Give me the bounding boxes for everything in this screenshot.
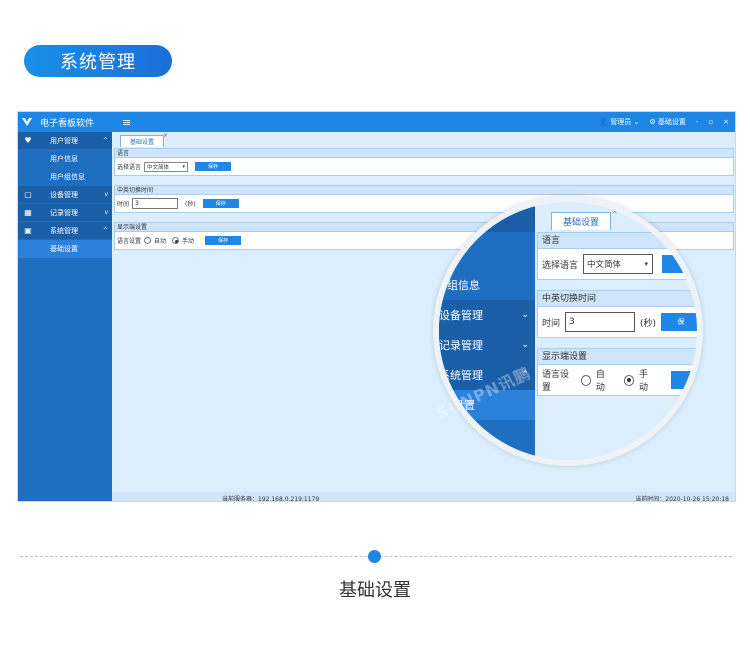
zoom-manual-label: 手动 — [639, 370, 649, 393]
zoom-panel-header: 语言 — [538, 233, 697, 249]
menu-toggle-icon[interactable]: ≡ — [122, 116, 131, 129]
zoom-switch-panel: 中英切换时间 时间 3 (秒) 保 — [537, 290, 697, 338]
save-display-button[interactable]: 保存 — [205, 236, 242, 245]
chevron-up-icon: ^ — [102, 137, 108, 144]
zoom-sidebar-row: 记录管理 ⌄ — [439, 330, 535, 360]
status-bar: 当前服务器：192.168.0.219:1179 当前时间：2020-10-26… — [112, 492, 735, 502]
close-tab-icon[interactable]: × — [163, 132, 168, 139]
panel-header: 语言 — [115, 149, 733, 158]
zoom-time-unit: (秒) — [640, 318, 657, 329]
app-title: 电子看板软件 — [40, 118, 95, 129]
minimize-button[interactable]: - — [696, 118, 699, 126]
sidebar-group-label: 设备管理 — [50, 190, 78, 199]
zoom-sidebar-label: 设备管理 — [439, 309, 483, 322]
users-icon: ♥ — [24, 136, 32, 145]
time-label: 时间 — [117, 201, 130, 208]
close-tab-icon: × — [611, 207, 618, 216]
zoom-sidebar-label: 组信息 — [447, 279, 480, 292]
section-title: 系统管理 — [60, 52, 136, 73]
save-language-button[interactable]: 保存 — [195, 162, 232, 171]
chevron-down-icon: ⌄ — [521, 340, 529, 350]
language-label: 选择语言 — [117, 164, 142, 171]
sidebar-group-system[interactable]: ▣ 系统管理 ^ — [18, 222, 112, 240]
chevron-down-icon: ⌄ — [521, 310, 529, 320]
dropdown-arrow-icon: ▾ — [644, 260, 649, 268]
record-icon: ▦ — [24, 208, 32, 217]
zoom-sidebar-row: 组信息 — [439, 270, 535, 300]
logo-icon — [18, 112, 36, 132]
zoom-time-label: 时间 — [542, 318, 561, 329]
manual-radio[interactable] — [172, 237, 180, 244]
sidebar-group-users[interactable]: ♥ 用户管理 ^ — [18, 132, 112, 150]
sidebar-group-label: 系统管理 — [50, 226, 78, 235]
auto-label: 自动 — [154, 238, 167, 245]
save-time-button[interactable]: 保存 — [202, 199, 239, 208]
zoom-time-input: 3 — [565, 312, 636, 332]
zoom-display-label: 语言设置 — [542, 370, 570, 393]
sidebar-item-label: 基础设置 — [50, 245, 78, 253]
zoom-language-label: 选择语言 — [542, 260, 579, 271]
section-title-pill: 系统管理 — [24, 45, 172, 77]
zoom-save-button: 保 — [661, 313, 697, 331]
sidebar-group-devices[interactable]: ▢ 设备管理 v — [18, 186, 112, 204]
sidebar-item-user-group[interactable]: 用户组信息 — [18, 168, 112, 186]
divider-dot — [368, 550, 381, 563]
zoom-sidebar-label: 记录管理 — [439, 339, 483, 352]
zoom-display-panel: 显示端设置 语言设置 自动 手动 — [537, 348, 697, 396]
zoom-save-button — [662, 255, 697, 273]
maximize-button[interactable]: ▫ — [708, 118, 713, 126]
zoom-content: 基础设置 × 语言 选择语言 中文简体 ▾ 中英切换时间 时间 3 (秒) 保 — [535, 202, 697, 460]
time-input[interactable]: 3 — [132, 198, 179, 209]
dropdown-arrow-icon: ▾ — [182, 163, 186, 170]
zoom-sidebar-row — [439, 232, 535, 262]
language-select[interactable]: 中文简体 ▾ — [144, 161, 189, 172]
close-button[interactable]: × — [723, 118, 729, 126]
zoom-language-select: 中文简体 ▾ — [583, 254, 654, 274]
chevron-down-icon: v — [104, 209, 108, 216]
settings-label: 基础设置 — [657, 118, 686, 126]
sidebar-item-label: 用户信息 — [50, 155, 78, 163]
user-menu[interactable]: 👤 管理员 ⌄ — [599, 117, 639, 127]
language-panel: 语言 选择语言 中文简体 ▾ 保存 — [114, 148, 734, 176]
sidebar-group-label: 用户管理 — [50, 136, 78, 145]
display-language-label: 语言设置 — [117, 238, 142, 245]
zoom-tab-label: 基础设置 — [562, 218, 599, 228]
zoom-tab: 基础设置 × — [551, 207, 618, 230]
zoom-sidebar-row — [439, 202, 535, 232]
server-status: 当前服务器：192.168.0.219:1179 — [222, 496, 320, 502]
zoom-auto-radio — [580, 374, 591, 386]
zoom-auto-label: 自动 — [595, 370, 605, 393]
zoom-language-panel: 语言 选择语言 中文简体 ▾ — [537, 232, 697, 280]
chevron-down-icon: v — [104, 191, 108, 198]
sidebar-group-records[interactable]: ▦ 记录管理 v — [18, 204, 112, 222]
magnifier-lens: 组信息 设备管理 ⌄ 记录管理 ⌄ 系统管理 ⌃ 设置 基础设置 × 语言 选择语言 中… — [433, 196, 703, 466]
box-icon: ▣ — [24, 226, 32, 235]
manual-label: 手动 — [182, 238, 195, 245]
zoom-panel-header: 中英切换时间 — [538, 291, 697, 307]
sidebar-item-basic-settings[interactable]: 基础设置 — [18, 240, 112, 258]
auto-radio[interactable] — [144, 237, 152, 244]
tab-basic-settings[interactable]: 基础设置 × — [120, 132, 168, 147]
zoom-panel-header: 显示端设置 — [538, 349, 697, 365]
settings-link[interactable]: ⚙ 基础设置 — [649, 117, 686, 127]
caption: 基础设置 — [339, 580, 411, 601]
chevron-up-icon: ^ — [102, 227, 108, 234]
current-time: 当前时间：2020-10-26 15:20:18 — [635, 496, 729, 502]
user-name: 管理员 — [610, 118, 632, 126]
tab-label: 基础设置 — [129, 139, 154, 146]
title-bar: 电子看板软件 ≡ 👤 管理员 ⌄ ⚙ 基础设置 - ▫ × — [18, 112, 735, 132]
language-select-value: 中文简体 — [147, 164, 170, 171]
zoom-language-select-value: 中文简体 — [587, 260, 622, 270]
monitor-icon: ▢ — [24, 190, 32, 199]
panel-header: 中英切换时间 — [115, 186, 733, 195]
zoom-manual-radio — [623, 374, 635, 386]
time-unit: (秒) — [185, 201, 196, 208]
sidebar-item-user-info[interactable]: 用户信息 — [18, 150, 112, 168]
sidebar-group-label: 记录管理 — [50, 208, 78, 217]
zoom-sidebar: 组信息 设备管理 ⌄ 记录管理 ⌄ 系统管理 ⌃ 设置 — [439, 202, 535, 460]
sidebar: ♥ 用户管理 ^ 用户信息 用户组信息 ▢ 设备管理 v ▦ 记录管理 v ▣ … — [18, 132, 112, 501]
sidebar-item-label: 用户组信息 — [50, 173, 85, 181]
zoom-sidebar-row: 设备管理 ⌄ — [439, 300, 535, 330]
